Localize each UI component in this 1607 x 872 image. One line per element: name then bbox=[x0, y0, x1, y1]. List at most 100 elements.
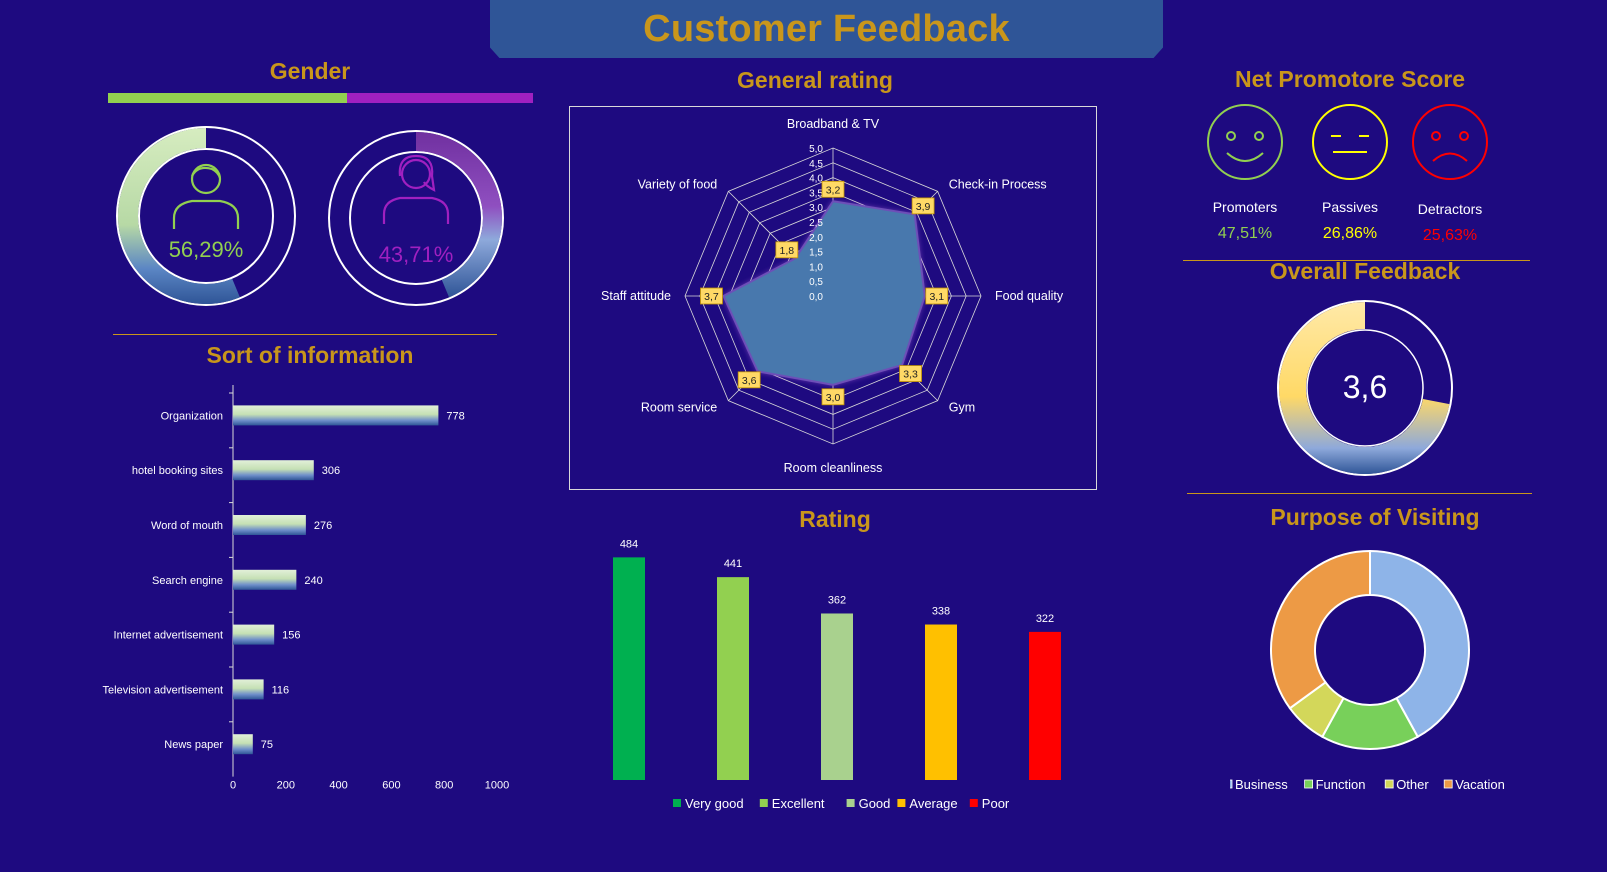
radar-tick-label: 1,0 bbox=[809, 262, 823, 273]
svg-text:3,1: 3,1 bbox=[929, 291, 944, 303]
rating-bar bbox=[613, 557, 645, 780]
rating-value-label: 484 bbox=[620, 538, 638, 550]
rating-legend-item: Good bbox=[846, 796, 891, 811]
svg-text:Vacation: Vacation bbox=[1455, 777, 1505, 792]
radar-tick-label: 5,0 bbox=[809, 144, 823, 155]
sort-info-chart: Organization 778 hotel booking sites 306 Wor… bbox=[103, 385, 509, 792]
radar-value-label: 3,9 bbox=[911, 197, 935, 215]
gender-split-bar bbox=[108, 93, 533, 103]
female-donut-arc bbox=[416, 132, 502, 298]
sort-category-label: Internet advertisement bbox=[114, 630, 223, 642]
svg-text:3,0: 3,0 bbox=[826, 392, 841, 404]
purpose-slice bbox=[1270, 549, 1371, 710]
sort-category-label: Television advertisement bbox=[103, 684, 223, 696]
svg-text:Good: Good bbox=[859, 796, 891, 811]
overall-divider bbox=[1187, 493, 1532, 494]
radar-category-label: Gym bbox=[949, 401, 975, 415]
radar-value-label: 3,1 bbox=[925, 287, 949, 305]
overall-value-label: 3,6 bbox=[1343, 369, 1387, 405]
sort-category-label: Search engine bbox=[152, 575, 223, 587]
male-donut: 56,29% bbox=[116, 126, 296, 306]
radar-category-label: Food quality bbox=[995, 289, 1064, 303]
svg-text:Function: Function bbox=[1316, 777, 1366, 792]
radar-area bbox=[722, 200, 926, 386]
radar-tick-label: 2,5 bbox=[809, 218, 823, 229]
male-donut-outline bbox=[116, 126, 296, 306]
sort-value-label: 778 bbox=[446, 410, 464, 422]
sort-value-label: 240 bbox=[304, 575, 322, 587]
svg-text:Excellent: Excellent bbox=[772, 796, 825, 811]
sort-value-label: 75 bbox=[261, 739, 273, 751]
sort-value-label: 306 bbox=[322, 465, 340, 477]
sort-category-label: hotel booking sites bbox=[132, 465, 224, 477]
nps-label: Promoters bbox=[1212, 199, 1278, 215]
svg-text:3,9: 3,9 bbox=[916, 201, 931, 213]
sort-x-tick-label: 800 bbox=[435, 780, 453, 792]
overall-title: Overall Feedback bbox=[1269, 258, 1461, 284]
sort-value-label: 156 bbox=[282, 630, 300, 642]
sort-bar bbox=[233, 515, 306, 535]
gender-bar-female bbox=[347, 93, 533, 103]
rating-title: Rating bbox=[799, 506, 871, 532]
nps-label: Detractors bbox=[1417, 201, 1483, 217]
sort-category-label: News paper bbox=[164, 739, 223, 751]
purpose-legend-item: Vacation bbox=[1443, 777, 1505, 792]
svg-text:Average: Average bbox=[909, 796, 957, 811]
female-user-icon bbox=[382, 154, 450, 224]
radar-tick-label: 0,0 bbox=[809, 292, 823, 303]
svg-text:Poor: Poor bbox=[982, 796, 1010, 811]
radar-category-label: Room service bbox=[641, 401, 717, 415]
svg-text:1,8: 1,8 bbox=[780, 245, 795, 257]
page-title: Customer Feedback bbox=[643, 7, 1010, 50]
purpose-chart: Business Function Other Vacation bbox=[1230, 549, 1505, 792]
radar-tick-label: 3,5 bbox=[809, 188, 823, 199]
sort-bar bbox=[233, 624, 275, 645]
rating-value-label: 362 bbox=[828, 594, 846, 606]
radar-tick-label: 2,0 bbox=[809, 233, 823, 244]
nps-item-promoters: Promoters 47,51% bbox=[1190, 104, 1300, 243]
rating-value-label: 338 bbox=[932, 606, 950, 618]
female-donut-outline bbox=[328, 130, 504, 306]
nps-value: 26,86% bbox=[1322, 225, 1378, 242]
gender-title: Gender bbox=[269, 58, 351, 84]
rating-bar bbox=[717, 577, 749, 780]
svg-text:3,6: 3,6 bbox=[742, 375, 757, 387]
sort-x-tick-label: 1000 bbox=[485, 780, 509, 792]
radar-value-label: 3,7 bbox=[700, 287, 723, 305]
general-rating-radar: 0,0 0,5 1,0 1,5 2,0 2,5 3,0 3,5 4,0 4,5 5,0 Broadba… bbox=[569, 106, 1097, 490]
radar-category-label: Room cleanliness bbox=[784, 461, 883, 475]
rating-value-label: 441 bbox=[724, 558, 742, 570]
radar-tick-label: 4,5 bbox=[809, 159, 823, 170]
overall-donut: 3,6 bbox=[1277, 300, 1453, 476]
sort-bar bbox=[233, 569, 297, 590]
sort-bar bbox=[233, 405, 439, 426]
rating-bar bbox=[925, 624, 957, 780]
male-user-icon bbox=[172, 163, 240, 229]
svg-text:3,2: 3,2 bbox=[826, 184, 841, 196]
neutral-face-icon bbox=[1312, 104, 1388, 180]
radar-value-label: 3,6 bbox=[737, 371, 761, 389]
male-donut-inner-outline bbox=[138, 148, 274, 284]
rating-bar bbox=[1029, 631, 1061, 780]
smiley-face-icon bbox=[1207, 104, 1283, 180]
nps-item-detractors: Detractors 25,63% bbox=[1395, 104, 1505, 245]
svg-text:Other: Other bbox=[1396, 777, 1429, 792]
radar-category-label: Variety of food bbox=[638, 177, 718, 191]
sad-face-icon bbox=[1412, 104, 1488, 180]
female-donut: 43,71% bbox=[328, 130, 504, 306]
sort-x-tick-label: 400 bbox=[329, 780, 347, 792]
sort-x-tick-label: 600 bbox=[382, 780, 400, 792]
general-rating-title: General rating bbox=[737, 67, 893, 93]
gender-divider bbox=[113, 334, 497, 335]
radar-tick-label: 4,0 bbox=[809, 174, 823, 185]
nps-label: Passives bbox=[1321, 199, 1379, 215]
sort-category-label: Word of mouth bbox=[151, 520, 223, 532]
purpose-title: Purpose of Visiting bbox=[1270, 504, 1480, 530]
sort-x-tick-label: 0 bbox=[230, 780, 236, 792]
sort-value-label: 116 bbox=[272, 684, 290, 696]
radar-category-label: Staff attitude bbox=[601, 289, 671, 303]
radar-tick-label: 3,0 bbox=[809, 203, 823, 214]
male-percent-label: 56,29% bbox=[169, 237, 244, 262]
radar-value-label: 1,8 bbox=[775, 241, 799, 259]
radar-value-label: 3,2 bbox=[821, 180, 845, 198]
